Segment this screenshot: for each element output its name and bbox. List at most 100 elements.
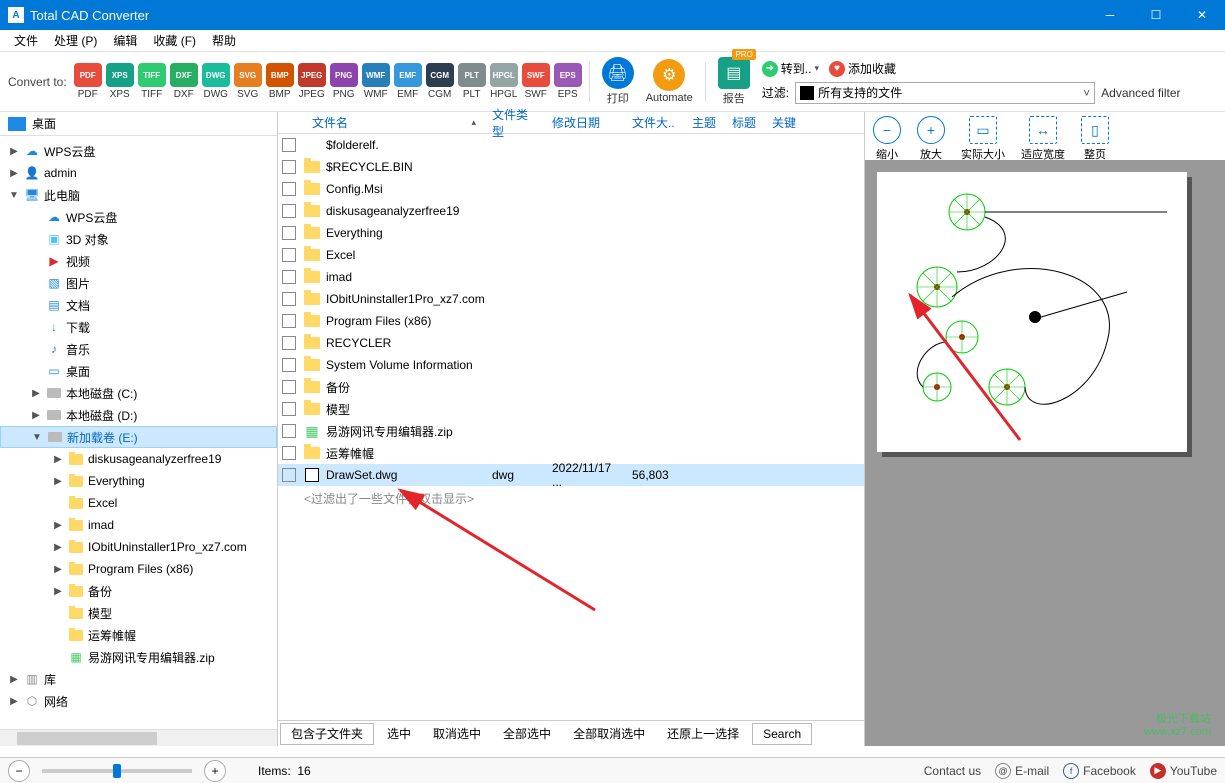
menu-item-0[interactable]: 文件 xyxy=(6,30,46,51)
tree-node[interactable]: ▤文档 xyxy=(0,294,277,316)
row-checkbox[interactable] xyxy=(282,160,296,174)
col-topic[interactable]: 主题 xyxy=(684,114,724,131)
menu-item-2[interactable]: 编辑 xyxy=(105,30,145,51)
format-xps[interactable]: XPSXPS xyxy=(105,63,135,100)
tree-node[interactable]: ▶IObitUninstaller1Pro_xz7.com xyxy=(0,536,277,558)
tree-node[interactable]: ▶视频 xyxy=(0,250,277,272)
check-button[interactable]: 选中 xyxy=(376,723,422,745)
tree-node[interactable]: ↓下载 xyxy=(0,316,277,338)
col-name[interactable]: 文件名▴ xyxy=(304,114,484,131)
tree-node[interactable]: ▶Program Files (x86) xyxy=(0,558,277,580)
col-key[interactable]: 关键 xyxy=(764,114,804,131)
menu-item-4[interactable]: 帮助 xyxy=(204,30,244,51)
file-row[interactable]: RECYCLER xyxy=(278,332,864,354)
tree-node[interactable]: Excel xyxy=(0,492,277,514)
tree-node[interactable]: ▶👤admin xyxy=(0,162,277,184)
format-png[interactable]: PNGPNG xyxy=(329,63,359,100)
row-checkbox[interactable] xyxy=(282,226,296,240)
tree-node[interactable]: ▶Everything xyxy=(0,470,277,492)
tree-root[interactable]: 桌面 xyxy=(0,112,277,136)
menu-item-1[interactable]: 处理 (P) xyxy=(46,30,105,51)
file-row[interactable]: DrawSet.dwgdwg2022/11/17 ...56,803 xyxy=(278,464,864,486)
format-emf[interactable]: EMFEMF xyxy=(393,63,423,100)
file-row[interactable]: imad xyxy=(278,266,864,288)
row-checkbox[interactable] xyxy=(282,138,296,152)
file-row[interactable]: $folderelf. xyxy=(278,134,864,156)
file-row[interactable]: Program Files (x86) xyxy=(278,310,864,332)
report-button[interactable]: PRO ▤ 报告 xyxy=(712,57,756,106)
row-checkbox[interactable] xyxy=(282,248,296,262)
format-jpeg[interactable]: JPEGJPEG xyxy=(297,63,327,100)
uncheck-all-button[interactable]: 全部取消选中 xyxy=(562,723,656,745)
tree-node[interactable]: ▼🖥此电脑 xyxy=(0,184,277,206)
format-dxf[interactable]: DXFDXF xyxy=(169,63,199,100)
format-tiff[interactable]: TIFFTIFF xyxy=(137,63,167,100)
include-subfolders-button[interactable]: 包含子文件夹 xyxy=(280,723,374,745)
file-row[interactable]: 模型 xyxy=(278,398,864,420)
automate-button[interactable]: ⚙ Automate xyxy=(640,59,699,104)
file-row[interactable]: diskusageanalyzerfree19 xyxy=(278,200,864,222)
restore-selection-button[interactable]: 还原上一选择 xyxy=(656,723,750,745)
email-link[interactable]: @E-mail xyxy=(995,763,1049,779)
youtube-link[interactable]: ▶YouTube xyxy=(1150,763,1217,779)
maximize-button[interactable]: ☐ xyxy=(1133,0,1179,30)
tree-hscrollbar[interactable] xyxy=(0,729,277,746)
row-checkbox[interactable] xyxy=(282,402,296,416)
favorite-link[interactable]: ♥ 添加收藏 xyxy=(829,60,896,77)
zoom-plus-button[interactable]: + xyxy=(204,760,226,782)
row-checkbox[interactable] xyxy=(282,424,296,438)
row-checkbox[interactable] xyxy=(282,292,296,306)
row-checkbox[interactable] xyxy=(282,446,296,460)
tree-node[interactable]: ▦易游网讯专用编辑器.zip xyxy=(0,646,277,668)
facebook-link[interactable]: fFacebook xyxy=(1063,763,1136,779)
file-row[interactable]: Config.Msi xyxy=(278,178,864,200)
format-swf[interactable]: SWFSWF xyxy=(521,63,551,100)
tree-node[interactable]: ▼新加载卷 (E:) xyxy=(0,426,277,448)
advanced-filter-link[interactable]: Advanced filter xyxy=(1101,86,1180,100)
fit-width-button[interactable]: ↔适应宽度 xyxy=(1021,116,1065,162)
row-checkbox[interactable] xyxy=(282,358,296,372)
tree-node[interactable]: ▣3D 对象 xyxy=(0,228,277,250)
tree-node[interactable]: ☁WPS云盘 xyxy=(0,206,277,228)
format-cgm[interactable]: CGMCGM xyxy=(425,63,455,100)
file-row[interactable]: 备份 xyxy=(278,376,864,398)
zoom-slider[interactable] xyxy=(42,769,192,773)
file-row[interactable]: IObitUninstaller1Pro_xz7.com xyxy=(278,288,864,310)
close-button[interactable]: ✕ xyxy=(1179,0,1225,30)
zoom-out-button[interactable]: −缩小 xyxy=(873,116,901,162)
tree-node[interactable]: 运筹帷幄 xyxy=(0,624,277,646)
file-row[interactable]: $RECYCLE.BIN xyxy=(278,156,864,178)
tree-node[interactable]: ▭桌面 xyxy=(0,360,277,382)
row-checkbox[interactable] xyxy=(282,182,296,196)
zoom-minus-button[interactable]: − xyxy=(8,760,30,782)
filtered-message[interactable]: <过滤出了一些文件，双击显示> xyxy=(278,486,864,507)
tree-node[interactable]: ▶备份 xyxy=(0,580,277,602)
print-button[interactable]: 🖨 打印 xyxy=(596,57,640,106)
format-dwg[interactable]: DWGDWG xyxy=(201,63,231,100)
format-bmp[interactable]: BMPBMP xyxy=(265,63,295,100)
format-plt[interactable]: PLTPLT xyxy=(457,63,487,100)
format-hpgl[interactable]: HPGLHPGL xyxy=(489,63,519,100)
row-checkbox[interactable] xyxy=(282,270,296,284)
file-row[interactable]: ▦易游网讯专用编辑器.zip xyxy=(278,420,864,442)
row-checkbox[interactable] xyxy=(282,314,296,328)
col-date[interactable]: 修改日期 xyxy=(544,114,624,131)
uncheck-button[interactable]: 取消选中 xyxy=(422,723,492,745)
search-button[interactable]: Search xyxy=(752,723,812,745)
tree-node[interactable]: ▶diskusageanalyzerfree19 xyxy=(0,448,277,470)
format-wmf[interactable]: WMFWMF xyxy=(361,63,391,100)
tree-node[interactable]: ▶本地磁盘 (C:) xyxy=(0,382,277,404)
minimize-button[interactable]: ─ xyxy=(1087,0,1133,30)
tree-node[interactable]: ▶☁WPS云盘 xyxy=(0,140,277,162)
tree-node[interactable]: ▶imad xyxy=(0,514,277,536)
file-row[interactable]: Excel xyxy=(278,244,864,266)
tree-node[interactable]: 模型 xyxy=(0,602,277,624)
file-row[interactable]: System Volume Information xyxy=(278,354,864,376)
tree-node[interactable]: ▶⬡网络 xyxy=(0,690,277,712)
col-size[interactable]: 文件大.. xyxy=(624,114,684,131)
format-svg[interactable]: SVGSVG xyxy=(233,63,263,100)
format-pdf[interactable]: PDFPDF xyxy=(73,63,103,100)
row-checkbox[interactable] xyxy=(282,380,296,394)
actual-size-button[interactable]: ▭实际大小 xyxy=(961,116,1005,162)
contact-us-link[interactable]: Contact us xyxy=(924,764,981,778)
